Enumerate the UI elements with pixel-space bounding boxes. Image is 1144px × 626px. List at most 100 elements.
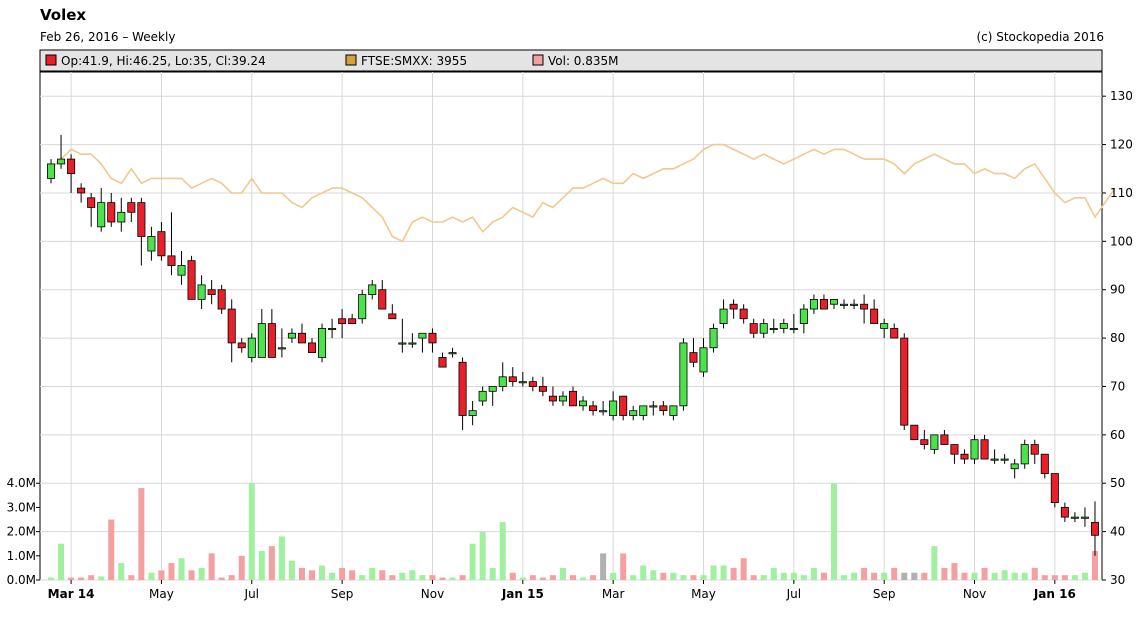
candle-body (488, 386, 497, 392)
candle-body (579, 400, 588, 407)
volume-bar (1041, 575, 1048, 580)
price-tick-label: 110 (1110, 186, 1133, 200)
volume-bar (188, 570, 195, 580)
volume-bar (228, 575, 235, 580)
candle-body (287, 332, 296, 339)
volume-bar (78, 577, 85, 580)
volume-bar (138, 488, 145, 580)
candle-body (900, 337, 909, 426)
candle-body (1000, 458, 1009, 461)
candle-body (729, 303, 738, 310)
candle-body (649, 405, 658, 408)
volume-bar (489, 567, 496, 580)
candlestick (1050, 473, 1059, 508)
volume-bar (339, 567, 346, 580)
volume-bar (198, 567, 205, 580)
volume-bar (640, 565, 647, 580)
volume-bar (851, 572, 858, 580)
candle-body (629, 410, 638, 416)
volume-bar (800, 575, 807, 580)
time-tick-label: Jan 16 (1033, 587, 1076, 601)
candle-body (378, 289, 387, 310)
candle-body (609, 400, 618, 416)
candle-body (930, 434, 939, 450)
volume-bar (580, 577, 587, 580)
candle-body (257, 323, 266, 358)
candle-body (599, 410, 608, 413)
price-axis: 130 120 110 100 90 80 70 60 50 40 30 (1102, 89, 1133, 587)
candle-body (980, 439, 989, 460)
volume-bar (288, 560, 295, 580)
volume-bar (529, 575, 536, 580)
volume-bar (780, 572, 787, 580)
volume-bar (720, 565, 727, 580)
candle-body (428, 332, 437, 344)
volume-bar (208, 553, 215, 580)
candlestick (358, 289, 367, 324)
candle-body (669, 405, 678, 416)
legend-swatch (345, 54, 357, 66)
volume-bar (680, 575, 687, 580)
candle-body (709, 328, 718, 349)
candle-body (619, 395, 628, 416)
candle-body (217, 289, 226, 310)
candlestick (187, 255, 196, 300)
volume-bar (931, 546, 938, 580)
volume-bar (449, 577, 456, 580)
candle-body (679, 342, 688, 407)
candle-body (107, 202, 116, 223)
candle-body (860, 303, 869, 310)
candle-body (87, 197, 96, 208)
candle-body (47, 163, 56, 179)
candle-body (297, 332, 306, 344)
candle-body (207, 289, 216, 295)
candle-body (518, 381, 527, 384)
volume-bar (118, 563, 125, 580)
candle-body (589, 405, 598, 412)
volume-bar (740, 558, 747, 580)
candle-body (368, 284, 377, 295)
volume-bar (1051, 575, 1058, 580)
candle-body (759, 323, 768, 334)
candle-body (1080, 516, 1089, 519)
candle-body (147, 236, 156, 252)
candle-body (1060, 507, 1069, 518)
candle-body (990, 458, 999, 461)
candle-body (398, 342, 407, 345)
candle-body (478, 390, 487, 402)
candle-body (699, 347, 708, 373)
volume-bar (439, 577, 446, 580)
candle-body (127, 202, 136, 213)
volume-bar (830, 483, 838, 580)
volume-bar (308, 570, 316, 580)
volume-tick-label: 2.0M (7, 525, 36, 539)
candle-body (1050, 473, 1059, 503)
volume-bar (700, 575, 707, 580)
candle-body (137, 202, 146, 237)
candle-body (1070, 516, 1079, 519)
candle-body (819, 298, 828, 310)
price-tick-label: 80 (1110, 331, 1125, 345)
candle-body (468, 410, 477, 416)
volume-bar (881, 572, 888, 580)
time-axis: Mar 14 May Jul Sep Nov Jan 15 Mar May Jul Sep Nov J… (48, 580, 1076, 601)
volume-bar (519, 577, 526, 580)
volume-bar (559, 567, 566, 580)
volume-bar (329, 572, 336, 580)
price-tick-label: 70 (1110, 379, 1125, 393)
time-tick-label: Mar (602, 587, 625, 601)
candle-body (458, 361, 467, 416)
volume-bar (891, 567, 898, 580)
candle-body (197, 284, 206, 300)
price-tick-label: 30 (1110, 573, 1125, 587)
time-tick-label: Jul (244, 587, 259, 601)
volume-bar (690, 575, 697, 580)
price-tick-label: 40 (1110, 525, 1125, 539)
volume-bar (820, 572, 827, 580)
volume-bar (1081, 572, 1088, 580)
candle-body (348, 318, 357, 324)
candle-body (1010, 463, 1019, 470)
volume-bar (379, 570, 386, 580)
candle-body (438, 357, 447, 368)
legend-label: Vol: 0.835M (548, 54, 619, 68)
